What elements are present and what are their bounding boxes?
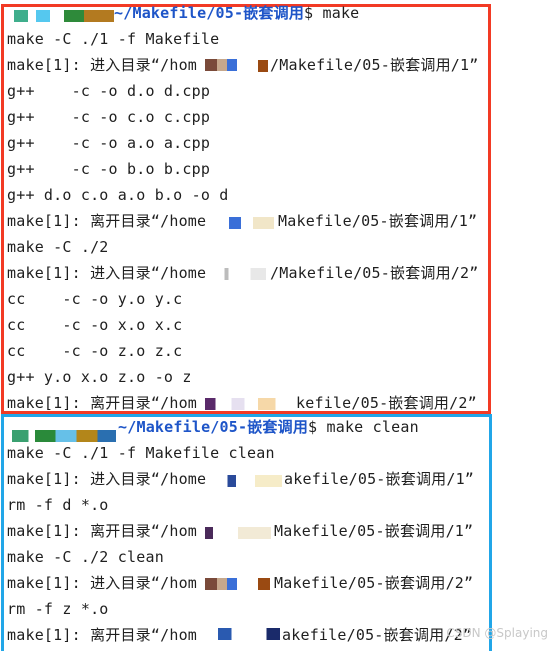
output-line: Makefile/05-嵌套调用/1” (278, 212, 478, 230)
output-line: g++ -c -o d.o d.cpp (7, 82, 211, 100)
make-prompt-line: ~/Makefile/05-嵌套调用$ make (114, 0, 359, 26)
redacted-path (205, 59, 245, 71)
output-line: cc -c -o y.o y.c (7, 290, 183, 308)
clean-prompt-line: ~/Makefile/05-嵌套调用$ make clean (118, 414, 419, 440)
output-line: akefile/05-嵌套调用/2” (282, 626, 473, 644)
output-line: make[1]: 进入目录“/home (7, 470, 207, 488)
redacted-path (214, 475, 282, 487)
output-line: Makefile/05-嵌套调用/2” (274, 574, 474, 592)
output-line: cc -c -o z.o z.c (7, 342, 183, 360)
redacted-path (214, 268, 266, 280)
output-line: g++ -c -o b.o b.cpp (7, 160, 211, 178)
redacted-username (14, 10, 114, 22)
output-line: make -C ./1 -f Makefile (7, 30, 220, 48)
redacted-path (205, 527, 271, 539)
output-line: g++ -c -o a.o a.cpp (7, 134, 211, 152)
redacted-path (258, 60, 268, 72)
output-line: /Makefile/05-嵌套调用/2” (270, 264, 479, 282)
output-line: g++ -c -o c.o c.cpp (7, 108, 211, 126)
output-line: make[1]: 进入目录“/home (7, 264, 207, 282)
output-line: make -C ./2 (7, 238, 109, 256)
output-line: make -C ./2 clean (7, 548, 164, 566)
output-line: make[1]: 离开目录“/hom (7, 522, 198, 540)
output-line: /Makefile/05-嵌套调用/1” (270, 56, 479, 74)
output-line: rm -f d *.o (7, 496, 109, 514)
output-line: make[1]: 进入目录“/hom (7, 56, 198, 74)
prompt-path: ~/Makefile/05-嵌套调用 (118, 418, 309, 436)
output-line: cc -c -o x.o x.c (7, 316, 183, 334)
prompt-command: $ make (304, 4, 360, 22)
redacted-path (205, 578, 245, 590)
watermark: CSDN @Splaying (446, 626, 548, 640)
redacted-path (218, 628, 280, 640)
output-line: make[1]: 离开目录“/hom (7, 394, 198, 412)
output-line: rm -f z *.o (7, 600, 109, 618)
prompt-command: $ make clean (308, 418, 419, 436)
prompt-path: ~/Makefile/05-嵌套调用 (114, 4, 305, 22)
output-line: Makefile/05-嵌套调用/1” (274, 522, 474, 540)
output-line: make[1]: 进入目录“/hom (7, 574, 198, 592)
output-line: g++ y.o x.o z.o -o z (7, 368, 192, 386)
terminal-window[interactable]: ~/Makefile/05-嵌套调用$ make make -C ./1 -f … (0, 0, 560, 651)
output-line: make -C ./1 -f Makefile clean (7, 444, 275, 462)
redacted-path (205, 398, 293, 410)
redacted-path (258, 578, 270, 590)
output-line: g++ d.o c.o a.o b.o -o d (7, 186, 229, 204)
output-line: make[1]: 离开目录“/home (7, 212, 207, 230)
redacted-path (214, 217, 274, 229)
output-line: akefile/05-嵌套调用/1” (284, 470, 475, 488)
output-line: kefile/05-嵌套调用/2” (296, 394, 477, 412)
output-line: make[1]: 离开目录“/hom (7, 626, 198, 644)
